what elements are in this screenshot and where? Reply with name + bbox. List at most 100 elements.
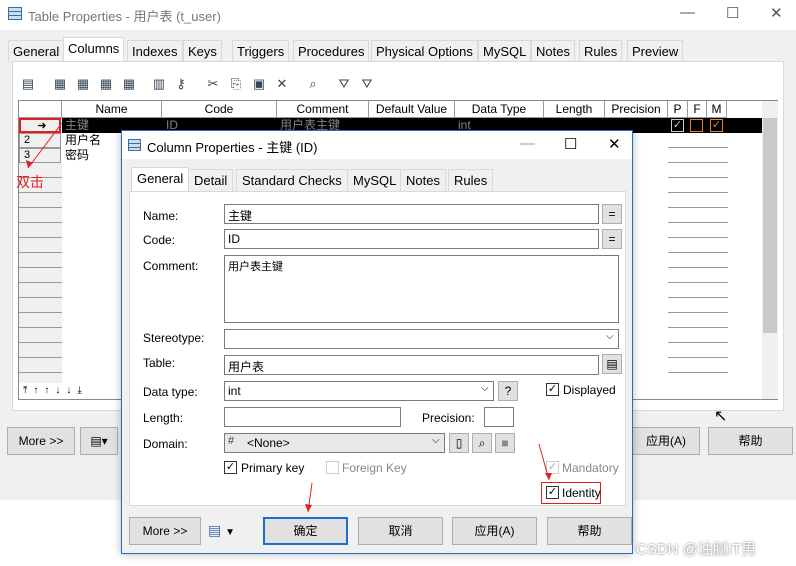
properties-icon[interactable]: ▤ (20, 76, 36, 92)
dialog-tab-standard-checks[interactable]: Standard Checks (236, 169, 348, 191)
close-button[interactable]: ✕ (770, 4, 783, 22)
table-properties-button[interactable]: ▤ (602, 354, 622, 374)
scrollbar-thumb[interactable] (763, 118, 777, 333)
header-f[interactable]: F (688, 101, 707, 118)
cut-icon[interactable]: ✂ (205, 76, 221, 92)
tab-notes[interactable]: Notes (531, 40, 575, 62)
length-label: Length: (143, 411, 184, 425)
data-type-select[interactable]: int (224, 381, 494, 401)
minimize-button[interactable]: — (680, 4, 695, 21)
domain-select[interactable]: <None> (224, 433, 445, 453)
dialog-tab-general[interactable]: General (131, 167, 190, 192)
header-precision[interactable]: Precision (605, 101, 668, 118)
dialog-title: Column Properties - 主键 (ID) (147, 140, 318, 155)
help-button[interactable]: 帮助 (708, 427, 793, 455)
stereotype-select[interactable] (224, 329, 619, 349)
header-default-value[interactable]: Default Value (369, 101, 455, 118)
table-label: Table: (143, 356, 176, 370)
dialog-apply-button[interactable]: 应用(A) (452, 517, 537, 545)
tab-keys[interactable]: Keys (183, 40, 222, 62)
tab-mysql[interactable]: MySQL (478, 40, 532, 62)
row-move-buttons[interactable]: ⤒↑↑↓↓⤓ (19, 385, 119, 399)
tab-indexes[interactable]: Indexes (127, 40, 183, 62)
header-m[interactable]: M (707, 101, 727, 118)
replicate-icon[interactable]: ▦ (121, 76, 137, 92)
dialog-close-button[interactable]: ✕ (608, 135, 621, 153)
annotation-arrow (305, 482, 313, 513)
name-input[interactable]: 主键 (224, 204, 599, 224)
chevron-down-icon: ⌵ (432, 435, 440, 446)
cancel-button[interactable]: 取消 (358, 517, 443, 545)
code-input[interactable]: ID (224, 229, 599, 249)
tab-columns[interactable]: Columns (63, 37, 125, 62)
vertical-scrollbar[interactable] (762, 101, 778, 399)
filter-icon[interactable]: ⛛ (336, 76, 352, 92)
chevron-down-icon: ⌵ (606, 331, 614, 342)
table-icon (8, 7, 22, 20)
primary-key-checkbox[interactable]: ✓ (224, 461, 237, 474)
view-menu-button[interactable]: ▤▾ (80, 427, 118, 455)
tab-general[interactable]: General (8, 40, 65, 62)
header-length[interactable]: Length (544, 101, 605, 118)
domain-label: Domain: (143, 437, 188, 451)
displayed-label: Displayed (563, 383, 616, 397)
code-name-sync-button[interactable]: = (602, 229, 622, 249)
row-headers (19, 163, 62, 383)
tab-preview[interactable]: Preview (627, 40, 684, 62)
header-code[interactable]: Code (162, 101, 277, 118)
dialog-help-button[interactable]: 帮助 (547, 517, 632, 545)
precision-input[interactable] (484, 407, 514, 427)
dialog-tab-rules[interactable]: Rules (448, 169, 494, 191)
dialog-tab-mysql[interactable]: MySQL (347, 169, 403, 191)
key-icon[interactable]: ⚷ (173, 76, 189, 92)
header-p[interactable]: P (668, 101, 688, 118)
more-button[interactable]: More >> (7, 427, 75, 455)
comment-textarea[interactable]: 用户表主键 (224, 255, 619, 323)
displayed-checkbox[interactable]: ✓ (546, 383, 559, 396)
view-menu-icon[interactable]: ▤ ▼ (208, 522, 235, 539)
annotation-arrow (538, 443, 552, 481)
paste-icon[interactable]: ▥ (151, 76, 167, 92)
delete-icon[interactable]: ✕ (274, 76, 290, 92)
dialog-tab-detail[interactable]: Detail (188, 169, 234, 191)
dialog-minimize-button[interactable]: — (520, 135, 535, 152)
general-panel: Name: 主键 = Code: ID = Comment: 用户表主键 Ste… (129, 191, 626, 513)
domain-properties-button[interactable]: ⌕ (472, 433, 492, 453)
find-icon[interactable]: ⌕ (305, 76, 321, 92)
maximize-button[interactable]: ☐ (726, 4, 739, 22)
tab-physical-options[interactable]: Physical Options (371, 40, 478, 62)
table-input[interactable]: 用户表 (224, 355, 599, 375)
dialog-maximize-button[interactable]: ☐ (564, 135, 577, 153)
tab-procedures[interactable]: Procedures (293, 40, 370, 62)
add-columns-icon[interactable]: ▦ (98, 76, 114, 92)
checkbox-f[interactable] (690, 119, 703, 132)
tab-rules[interactable]: Rules (579, 40, 623, 62)
watermark: CSDN @油腻IT男 (636, 541, 757, 558)
paste-clipboard-icon[interactable]: ▣ (251, 76, 267, 92)
identity-checkbox[interactable]: ✓ (546, 486, 559, 499)
data-type-help-button[interactable]: ? (498, 381, 518, 401)
copy-icon[interactable]: ⎘ (228, 76, 244, 92)
column-properties-dialog: Column Properties - 主键 (ID) — ☐ ✕ Genera… (121, 130, 633, 554)
dialog-title-bar: Column Properties - 主键 (ID) — ☐ ✕ (122, 131, 632, 159)
name-code-sync-button[interactable]: = (602, 204, 622, 224)
header-comment[interactable]: Comment (277, 101, 369, 118)
header-name[interactable]: Name (62, 101, 162, 118)
chevron-down-icon: ⌵ (481, 383, 489, 394)
tab-triggers[interactable]: Triggers (232, 40, 290, 62)
header-data-type[interactable]: Data Type (455, 101, 544, 118)
domain-icon: # (228, 435, 235, 447)
add-row-icon[interactable]: ▦ (52, 76, 68, 92)
checkbox-columns (668, 133, 728, 383)
dialog-tab-notes[interactable]: Notes (400, 169, 446, 191)
checkbox-p[interactable]: ✓ (671, 119, 684, 132)
length-input[interactable] (224, 407, 401, 427)
new-domain-button[interactable]: ▯ (449, 433, 469, 453)
dialog-more-button[interactable]: More >> (129, 517, 201, 545)
insert-row-icon[interactable]: ▦ (75, 76, 91, 92)
ok-button[interactable]: 确定 (263, 517, 348, 545)
filter-settings-icon[interactable]: ⛛ (359, 76, 375, 92)
primary-key-label: Primary key (241, 461, 305, 475)
cell-name[interactable]: 用户名 (65, 133, 101, 148)
checkbox-m[interactable]: ✓ (710, 119, 723, 132)
